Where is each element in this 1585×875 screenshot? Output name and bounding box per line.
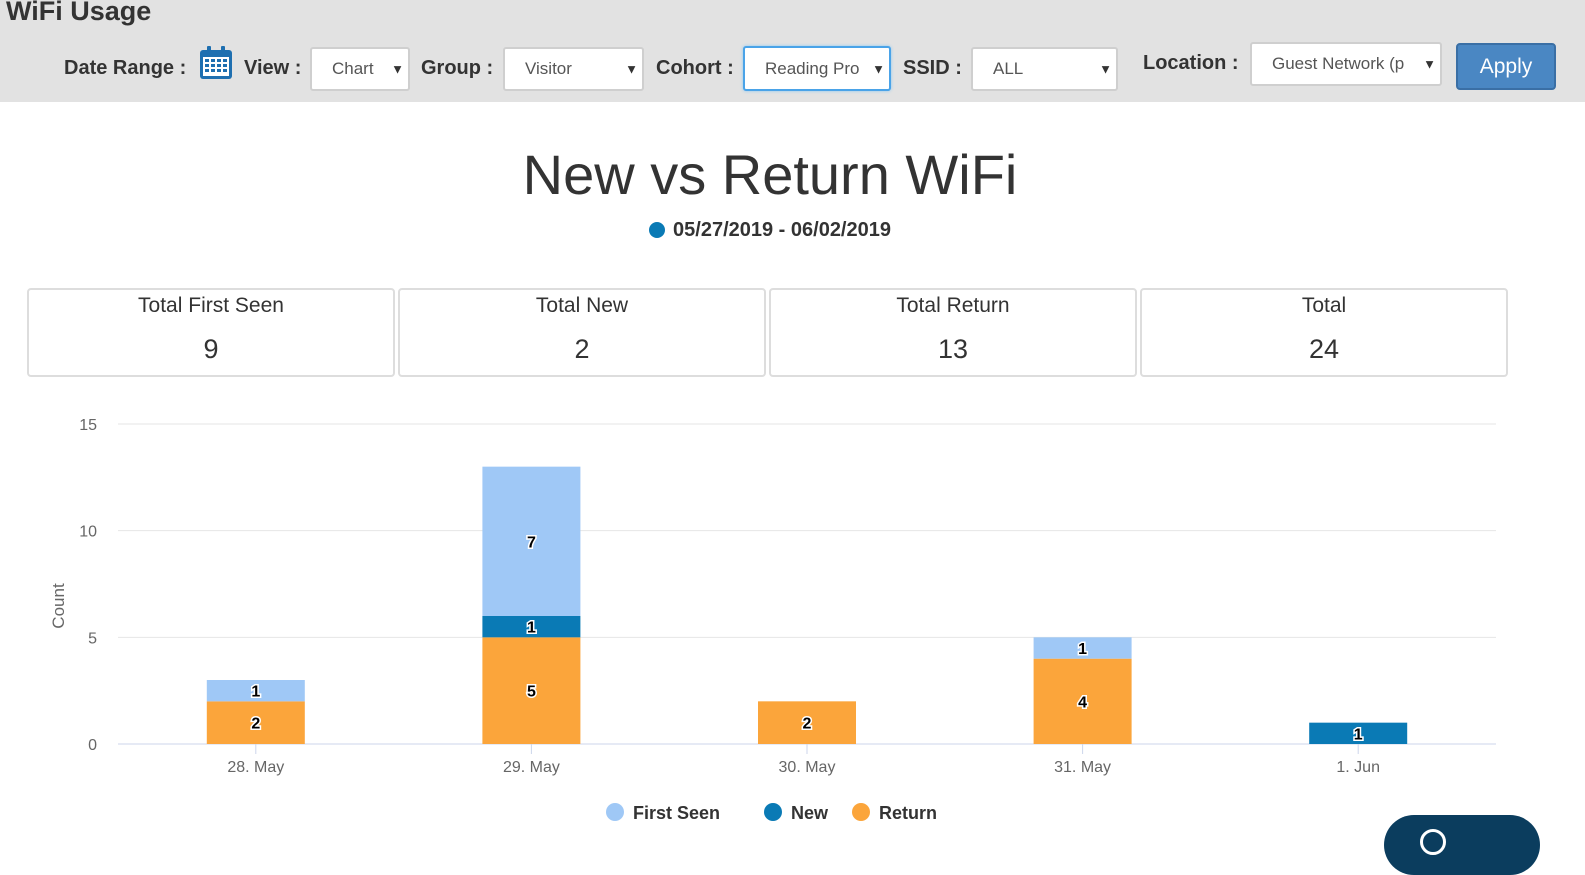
location-select-value: Guest Network (p (1272, 54, 1405, 73)
date-range-dot-icon (649, 222, 666, 238)
stat-label: Total (1301, 294, 1347, 317)
y-axis-title: Count (49, 583, 68, 629)
chevron-down-icon: ▼ (1097, 61, 1112, 77)
ssid-select[interactable]: ALL ▼ (971, 47, 1118, 91)
stat-value: 24 (1308, 334, 1340, 364)
chevron-down-icon: ▼ (389, 61, 404, 77)
legend-marker (852, 803, 870, 821)
legend-marker (606, 803, 624, 821)
ssid-label: SSID : (903, 57, 962, 79)
view-label: View : (244, 57, 302, 79)
cohort-label: Cohort : (656, 57, 734, 79)
bar-data-label: 7 (527, 534, 536, 551)
y-tick-label: 10 (79, 524, 97, 541)
app-title: WiFi Usage (6, 0, 152, 26)
x-tick-label: 29. May (503, 759, 560, 776)
chevron-down-icon: ▼ (623, 61, 638, 77)
chevron-down-icon: ▼ (870, 61, 885, 76)
x-tick-label: 1. Jun (1336, 759, 1380, 776)
group-select-value: Visitor (525, 59, 572, 78)
apply-button[interactable]: Apply (1456, 43, 1556, 90)
location-label: Location : (1143, 52, 1239, 74)
stat-card-total: Total 24 (1140, 288, 1508, 377)
group-select[interactable]: Visitor ▼ (503, 47, 644, 91)
stacked-bar-chart: 0 5 10 15 Count 2 1 28. May 5 1 7 29. May 2 30. May 4 1… (49, 417, 1496, 823)
stat-card-total-first-seen: Total First Seen 9 (27, 288, 395, 377)
help-button[interactable] (1384, 815, 1540, 875)
bar-data-label: 1 (527, 620, 536, 637)
stat-card-total-return: Total Return 13 (769, 288, 1137, 377)
bar-data-label: 1 (1078, 641, 1087, 658)
legend-item-label: New (791, 803, 829, 823)
help-icon (1420, 829, 1446, 855)
stat-value: 9 (203, 334, 219, 364)
stat-label: Total New (535, 294, 629, 317)
cohort-select-value: Reading Pro (765, 58, 860, 78)
chart-title: New vs Return WiFi (522, 143, 1018, 206)
calendar-icon[interactable] (199, 45, 233, 80)
bar-data-label: 5 (527, 684, 536, 701)
bar-data-label: 2 (803, 716, 812, 733)
chevron-down-icon: ▼ (1421, 56, 1436, 72)
filter-toolbar: WiFi Usage Date Range : View : Chart ▼ G… (0, 0, 1585, 102)
view-select[interactable]: Chart ▼ (310, 47, 410, 91)
cohort-select[interactable]: Reading Pro ▼ (743, 46, 891, 91)
stat-value: 13 (937, 334, 969, 364)
y-tick-label: 15 (79, 417, 97, 434)
ssid-select-value: ALL (993, 59, 1024, 78)
y-tick-label: 0 (88, 737, 97, 754)
bar-data-label: 2 (251, 716, 260, 733)
legend-item-label: Return (879, 803, 937, 823)
y-tick-label: 5 (88, 630, 97, 647)
legend-item-label: First Seen (633, 803, 720, 823)
bar-data-label: 1 (1354, 726, 1363, 743)
x-tick-label: 31. May (1054, 759, 1111, 776)
chart-date-range: 05/27/2019 - 06/02/2019 (0, 219, 1540, 242)
group-label: Group : (421, 57, 494, 79)
bar-data-label: 1 (251, 684, 260, 701)
legend-marker (764, 803, 782, 821)
stat-label: Total First Seen (138, 294, 284, 317)
date-range-text: 05/27/2019 - 06/02/2019 (673, 219, 891, 241)
stat-value: 2 (574, 334, 590, 364)
x-tick-label: 28. May (227, 759, 284, 776)
location-select[interactable]: Guest Network (p ▼ (1250, 42, 1442, 86)
view-select-value: Chart (332, 59, 374, 78)
date-range-label: Date Range : (64, 57, 187, 79)
x-tick-label: 30. May (779, 759, 836, 776)
stat-label: Total Return (896, 294, 1010, 317)
bar-data-label: 4 (1078, 694, 1087, 711)
stat-card-total-new: Total New 2 (398, 288, 766, 377)
